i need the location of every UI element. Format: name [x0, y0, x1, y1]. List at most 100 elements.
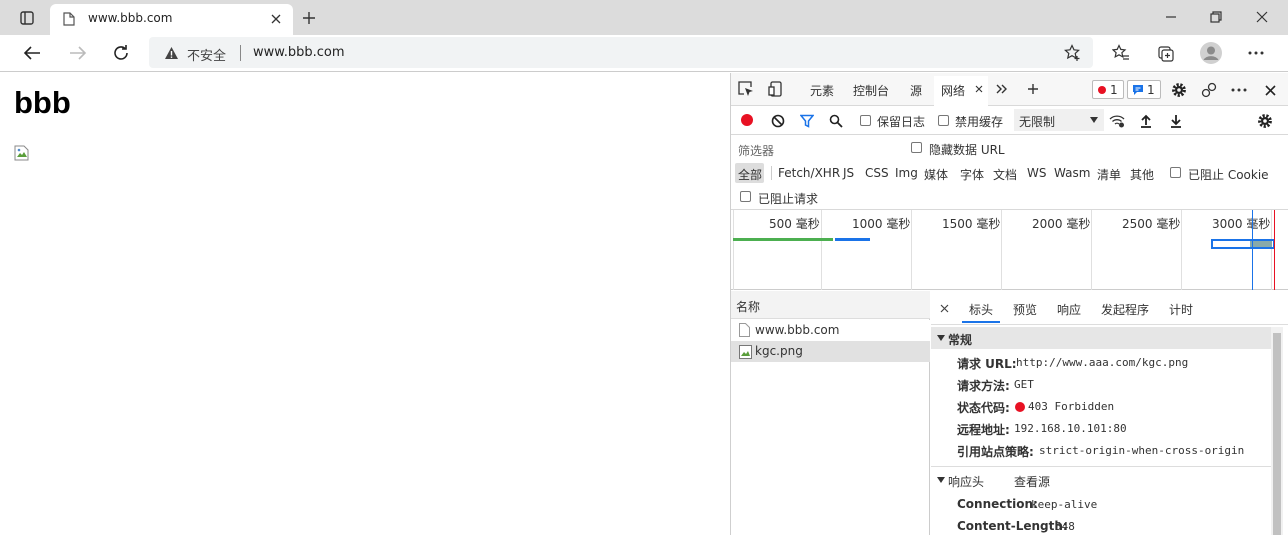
general-rows: 请求 URL: http://www.aaa.com/kgc.png 请求方法:…	[931, 351, 1271, 461]
tab-network-active[interactable]: 网络	[934, 76, 988, 106]
filter-area: 筛选器 隐藏数据 URL 全部 Fetch/XHR JS CSS Img 媒体 …	[731, 135, 1288, 210]
settings-gear-icon[interactable]	[1170, 81, 1188, 99]
address-bar[interactable]: 不安全 www.bbb.com	[149, 37, 1093, 68]
filter-type-js[interactable]: JS	[843, 166, 854, 180]
tab-actions-icon[interactable]	[18, 9, 36, 27]
general-key-status: 状态代码:	[957, 401, 1010, 415]
navigation-bar: 不安全 www.bbb.com	[0, 35, 1288, 72]
message-count-badge[interactable]: 1	[1127, 80, 1161, 99]
refresh-icon[interactable]	[111, 43, 131, 63]
customize-icon[interactable]	[1200, 81, 1218, 99]
view-source-link[interactable]: 查看源	[1014, 473, 1050, 490]
general-key-referrer: 引用站点策略:	[957, 445, 1034, 459]
search-icon[interactable]	[828, 113, 844, 129]
favorites-icon[interactable]	[1111, 43, 1131, 63]
browser-tab[interactable]: www.bbb.com	[50, 4, 293, 35]
requests-header: 名称	[731, 291, 930, 319]
devtools-more-icon[interactable]	[1229, 81, 1249, 99]
forward-icon[interactable]	[68, 43, 88, 63]
timeline-tick-3000: 3000 毫秒	[1212, 217, 1271, 231]
general-value-url: http://www.aaa.com/kgc.png	[1016, 356, 1189, 369]
filter-type-css[interactable]: CSS	[865, 166, 889, 180]
network-toolbar: 保留日志 禁用缓存 无限制	[731, 106, 1288, 135]
timeline-tick-2000: 2000 毫秒	[1032, 217, 1091, 231]
page-icon	[62, 11, 76, 27]
network-settings-icon[interactable]	[1256, 112, 1274, 130]
detail-tab-response[interactable]: 响应	[1057, 301, 1081, 318]
general-section-header[interactable]: 常规	[931, 327, 1271, 349]
add-tab-icon[interactable]	[1025, 81, 1041, 97]
close-network-tab-icon[interactable]	[973, 82, 985, 96]
timeline-bar-image	[835, 238, 870, 241]
detail-tab-timing[interactable]: 计时	[1169, 301, 1193, 318]
detail-tab-initiator[interactable]: 发起程序	[1101, 301, 1149, 318]
profile-avatar-icon[interactable]	[1199, 41, 1223, 65]
request-row-document[interactable]: www.bbb.com	[731, 320, 930, 341]
tab-elements[interactable]: 元素	[810, 82, 834, 99]
filter-type-wasm[interactable]: Wasm	[1054, 166, 1090, 180]
close-details-icon[interactable]	[937, 301, 951, 315]
filter-type-img[interactable]: Img	[895, 166, 918, 180]
details-tabbar: 标头 预览 响应 发起程序 计时	[931, 291, 1288, 325]
export-har-icon[interactable]	[1168, 112, 1184, 130]
general-key-remote: 远程地址:	[957, 423, 1010, 437]
inspect-element-icon[interactable]	[737, 80, 755, 98]
device-emulation-icon[interactable]	[767, 80, 785, 98]
tab-console[interactable]: 控制台	[853, 82, 889, 99]
back-icon[interactable]	[22, 43, 42, 63]
blocked-requests-checkbox[interactable]	[740, 191, 751, 202]
filter-type-all[interactable]: 全部	[735, 163, 764, 183]
detail-tab-headers[interactable]: 标头	[969, 301, 993, 318]
import-har-icon[interactable]	[1138, 112, 1154, 130]
filter-type-manifest[interactable]: 清单	[1097, 166, 1121, 183]
close-devtools-icon[interactable]	[1262, 81, 1278, 99]
filter-type-fetch[interactable]: Fetch/XHR	[778, 166, 840, 180]
filter-type-ws[interactable]: WS	[1027, 166, 1046, 180]
timeline-tick-1000: 1000 毫秒	[852, 217, 911, 231]
network-conditions-icon[interactable]	[1108, 112, 1126, 130]
tab-sources[interactable]: 源	[910, 82, 922, 99]
filter-type-doc[interactable]: 文档	[993, 166, 1017, 183]
details-scrollbar[interactable]	[1271, 327, 1283, 535]
error-count: 1	[1110, 83, 1118, 97]
filter-type-other[interactable]: 其他	[1130, 166, 1154, 183]
general-value-remote: 192.168.10.101:80	[1014, 422, 1127, 435]
detail-tab-preview[interactable]: 预览	[1013, 301, 1037, 318]
clear-icon[interactable]	[770, 113, 786, 129]
requests-header-name[interactable]: 名称	[736, 298, 760, 315]
error-count-badge[interactable]: 1	[1092, 80, 1124, 99]
more-tabs-icon[interactable]	[995, 81, 1009, 97]
close-tab-icon[interactable]	[268, 11, 284, 27]
detail-tab-active-indicator	[962, 321, 1000, 323]
filter-type-media[interactable]: 媒体	[924, 166, 948, 183]
more-menu-icon[interactable]	[1246, 43, 1266, 63]
response-header-rows: Connection: keep-alive Content-Length: 5…	[931, 493, 1271, 535]
add-favorite-icon[interactable]	[1063, 43, 1083, 63]
general-section-title: 常规	[948, 333, 973, 347]
dropdown-arrow-icon[interactable]	[1089, 115, 1099, 125]
blocked-cookies-label: 已阻止 Cookie	[1188, 168, 1269, 182]
response-headers-section-header[interactable]: 响应头 查看源	[931, 469, 1271, 491]
preserve-log-checkbox[interactable]	[860, 115, 871, 126]
timeline-overview[interactable]: 500 毫秒 1000 毫秒 1500 毫秒 2000 毫秒 2500 毫秒 3…	[731, 210, 1288, 290]
record-button-icon[interactable]	[741, 114, 753, 126]
preserve-log-label: 保留日志	[877, 115, 926, 129]
new-tab-icon[interactable]	[300, 9, 318, 27]
close-window-icon[interactable]	[1253, 8, 1271, 26]
restore-icon[interactable]	[1207, 8, 1225, 26]
hide-data-url-checkbox[interactable]	[911, 142, 922, 153]
collections-icon[interactable]	[1155, 43, 1175, 63]
security-label[interactable]: 不安全	[187, 45, 226, 64]
disable-cache-checkbox[interactable]	[938, 115, 949, 126]
minimize-icon[interactable]	[1162, 8, 1180, 26]
timeline-dom-line	[1252, 210, 1253, 290]
url-text[interactable]: www.bbb.com	[253, 45, 345, 60]
blocked-cookies-checkbox[interactable]	[1170, 167, 1181, 178]
response-header-key: Content-Length:	[957, 519, 1068, 533]
filter-type-font[interactable]: 字体	[960, 166, 984, 183]
details-scrollbar-thumb[interactable]	[1273, 333, 1281, 535]
general-key-method: 请求方法:	[957, 379, 1010, 393]
filter-input[interactable]: 筛选器	[734, 139, 902, 159]
filter-icon[interactable]	[799, 113, 815, 129]
request-row-image[interactable]: kgc.png	[731, 341, 930, 362]
